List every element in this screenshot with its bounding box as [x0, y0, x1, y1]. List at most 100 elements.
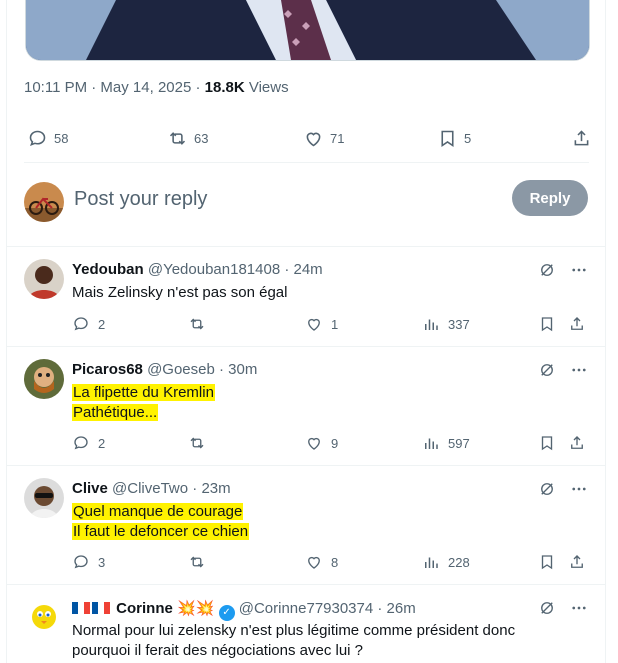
reply-icon: [74, 317, 88, 331]
reply-button[interactable]: Reply: [512, 180, 588, 216]
analytics-icon: [425, 438, 438, 449]
reply-icon: [29, 130, 46, 146]
cartoon-avatar-image: [24, 359, 64, 399]
tweety-bird-avatar-image: [24, 597, 64, 637]
repost-action[interactable]: [188, 315, 206, 333]
reply-action[interactable]: 2: [72, 434, 105, 452]
reply-top-icons: [538, 599, 588, 617]
reply-text: La flipette du Kremlin Pathétique...: [72, 383, 215, 423]
more-options-icon[interactable]: [570, 361, 588, 379]
share-action[interactable]: [568, 553, 586, 571]
reply-action[interactable]: 2: [72, 315, 105, 333]
grok-icon[interactable]: [538, 261, 556, 279]
display-name[interactable]: Corinne: [116, 600, 173, 617]
grok-icon[interactable]: [538, 361, 556, 379]
repost-action[interactable]: [188, 553, 206, 571]
repost-icon: [169, 132, 186, 145]
more-options-icon[interactable]: [570, 599, 588, 617]
reply-count: 2: [98, 435, 106, 451]
post-time[interactable]: 10:11 PM · May 14, 2025 ·: [24, 79, 205, 96]
views-action[interactable]: 597: [422, 434, 470, 452]
share-icon: [571, 555, 583, 568]
reply-text-line: Mais Zelinsky n'est pas son égal: [72, 284, 288, 301]
reply-text: Normal pour lui zelensky n'est plus légi…: [72, 621, 515, 661]
avatar[interactable]: [24, 359, 64, 399]
heart-icon: [308, 556, 320, 569]
reply-text-line: Normal pour lui zelensky n'est plus légi…: [72, 622, 516, 639]
user-avatar[interactable]: [24, 182, 64, 222]
bookmark-icon: [541, 436, 553, 451]
reply-top-icons: [538, 261, 588, 279]
display-name[interactable]: Yedouban: [72, 261, 144, 278]
bookmark-action[interactable]: [538, 315, 556, 333]
reply-action[interactable]: 3: [72, 553, 105, 571]
bookmark-action[interactable]: 5: [437, 128, 471, 149]
reply-text: Quel manque de courage Il faut le defonc…: [72, 502, 250, 542]
avatar[interactable]: [24, 478, 64, 518]
handle-time[interactable]: @Yedouban181408 · 24m: [148, 261, 323, 278]
like-action[interactable]: 8: [305, 553, 338, 571]
heart-icon: [308, 437, 320, 450]
like-action[interactable]: 9: [305, 434, 338, 452]
repost-action[interactable]: [188, 434, 206, 452]
views-action[interactable]: 228: [422, 553, 470, 571]
repost-icon: [190, 437, 204, 449]
verified-badge-icon: ✓: [218, 605, 235, 621]
bookmark-action[interactable]: [538, 553, 556, 571]
reply-header: Yedouban @Yedouban181408 · 24m: [72, 261, 323, 278]
post-timestamp: 10:11 PM · May 14, 2025 · 18.8K Views: [24, 79, 289, 96]
grok-icon[interactable]: [538, 599, 556, 617]
analytics-icon: [425, 319, 438, 330]
reply-count: 58: [54, 131, 69, 146]
grok-icon[interactable]: [538, 480, 556, 498]
reply-top-icons: [538, 480, 588, 498]
share-action[interactable]: [568, 434, 586, 452]
share-action[interactable]: [568, 315, 586, 333]
heart-icon: [308, 318, 320, 331]
france-flag-icon: [92, 602, 110, 614]
like-count: 9: [331, 435, 339, 451]
bicycle-avatar-image: [24, 182, 64, 222]
bookmark-action[interactable]: [538, 434, 556, 452]
avatar[interactable]: [24, 597, 64, 637]
heart-icon: [306, 132, 321, 147]
reply-icon: [74, 555, 88, 569]
display-name[interactable]: Picaros68: [72, 361, 143, 378]
views-count: 228: [448, 554, 470, 570]
display-name[interactable]: Clive: [72, 480, 108, 497]
like-action[interactable]: 71: [303, 128, 344, 149]
views-count: 337: [448, 316, 470, 332]
reply-header: Clive @CliveTwo · 23m: [72, 480, 231, 497]
reply-text-line: La flipette du Kremlin: [72, 384, 215, 401]
like-action[interactable]: 1: [305, 315, 338, 333]
avatar[interactable]: [24, 259, 64, 299]
share-icon: [571, 317, 583, 330]
reply-tweet[interactable]: Corinne 💥💥 ✓ @Corinne77930374 · 26m Norm…: [7, 585, 605, 663]
handle-time[interactable]: @Goeseb · 30m: [147, 361, 257, 378]
reply-action[interactable]: 58: [27, 128, 68, 149]
handle-time[interactable]: @Corinne77930374 · 26m: [239, 600, 416, 617]
reply-text-line: Quel manque de courage: [72, 503, 244, 520]
share-action[interactable]: [571, 128, 592, 149]
handle-time[interactable]: @CliveTwo · 23m: [112, 480, 231, 497]
reply-count: 3: [98, 554, 106, 570]
views-action[interactable]: 337: [422, 315, 470, 333]
more-options-icon[interactable]: [570, 480, 588, 498]
reply-text-line: Pathétique...: [72, 404, 159, 421]
reply-tweet[interactable]: Clive @CliveTwo · 23m Quel manque de cou…: [7, 466, 605, 585]
suit-photo: [26, 0, 589, 60]
reply-input[interactable]: Post your reply: [74, 188, 207, 211]
collision-emoji-icon: 💥💥: [177, 600, 215, 617]
reply-tweet[interactable]: Picaros68 @Goeseb · 30m La flipette du K…: [7, 347, 605, 466]
repost-action[interactable]: 63: [167, 128, 208, 149]
reply-text: Mais Zelinsky n'est pas son égal: [72, 283, 287, 303]
share-icon: [574, 130, 589, 146]
more-options-icon[interactable]: [570, 261, 588, 279]
like-count: 1: [331, 316, 339, 332]
repost-icon: [190, 556, 204, 568]
reply-text-line: Il faut le defoncer ce chien: [72, 523, 250, 540]
post-media-image[interactable]: [25, 0, 590, 61]
bookmark-icon: [541, 317, 553, 332]
like-count: 8: [331, 554, 339, 570]
reply-tweet[interactable]: Yedouban @Yedouban181408 · 24m Mais Zeli…: [7, 247, 605, 347]
